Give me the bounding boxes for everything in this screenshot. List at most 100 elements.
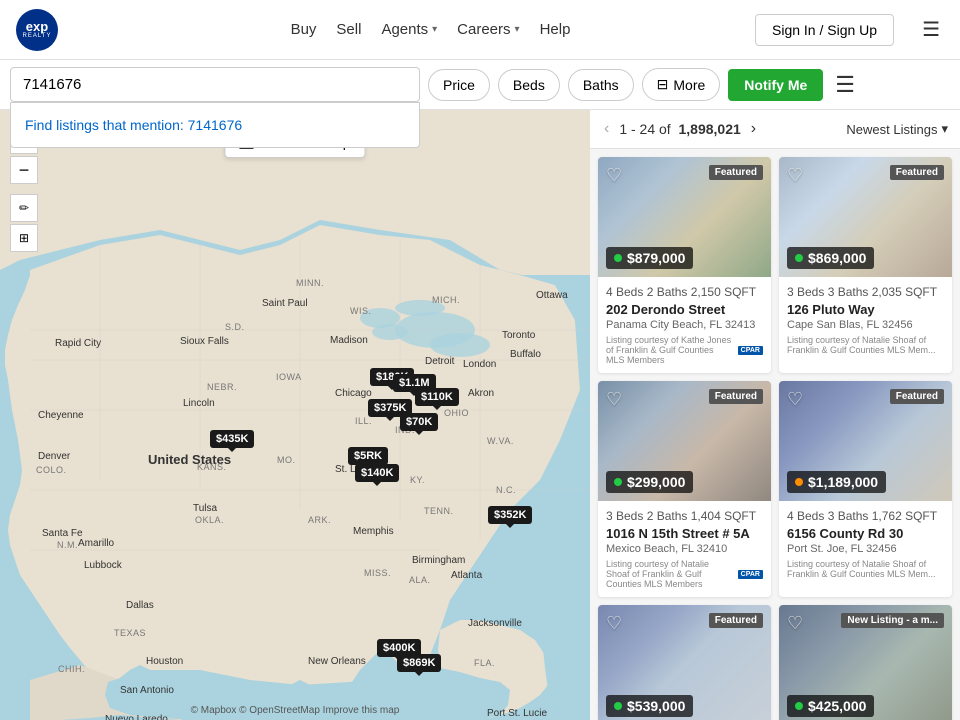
map-attribution: © Mapbox © OpenStreetMap Improve this ma… — [0, 705, 590, 716]
search-row: Find listings that mention: 7141676 Pric… — [0, 60, 960, 110]
favorite-button[interactable]: ♡ — [787, 389, 803, 410]
listing-info: 3 Beds 3 Baths 2,035 SQFT 126 Pluto Way … — [779, 277, 952, 363]
listing-city: Port St. Joe, FL 32456 — [787, 543, 944, 555]
notify-me-button[interactable]: Notify Me — [728, 69, 823, 101]
listing-price: $299,000 — [627, 474, 685, 490]
next-page-button[interactable]: › — [749, 118, 758, 140]
listing-info: 4 Beds 3 Baths 1,762 SQFT 6156 County Rd… — [779, 501, 952, 587]
chevron-down-icon: ▾ — [515, 24, 520, 35]
nav-careers[interactable]: Careers ▾ — [457, 21, 519, 38]
cppar-badge: CPAR — [738, 346, 763, 355]
map-area: + − ✏ ⊞ Search In Map $180K $1.1M $110K … — [0, 110, 590, 720]
attribution-text: Listing courtesy of Kathe Jones of Frank… — [606, 335, 734, 365]
price-badge: $869,000 — [787, 247, 874, 269]
favorite-button[interactable]: ♡ — [606, 165, 622, 186]
autocomplete-link[interactable]: Find listings that mention: 7141676 — [25, 117, 242, 133]
listing-badge: Featured — [709, 389, 763, 404]
listing-price: $539,000 — [627, 698, 685, 714]
price-badge: $299,000 — [606, 471, 693, 493]
logo-realty-text: REALTY — [23, 33, 52, 39]
status-dot — [795, 478, 803, 486]
nav-help[interactable]: Help — [540, 21, 571, 38]
listings-nav: ‹ 1 - 24 of 1,898,021 › — [602, 118, 758, 140]
favorite-button[interactable]: ♡ — [606, 613, 622, 634]
more-label: More — [673, 77, 705, 93]
baths-filter-button[interactable]: Baths — [568, 69, 634, 101]
listing-badge: Featured — [890, 165, 944, 180]
listing-address: 202 Derondo Street — [606, 302, 763, 317]
listing-badge: Featured — [709, 613, 763, 628]
main-content: + − ✏ ⊞ Search In Map $180K $1.1M $110K … — [0, 110, 960, 720]
autocomplete-dropdown: Find listings that mention: 7141676 — [10, 102, 420, 148]
sort-dropdown[interactable]: Newest Listings ▾ — [846, 121, 948, 137]
listing-image: ♡ Featured $879,000 — [598, 157, 771, 277]
beds-filter-button[interactable]: Beds — [498, 69, 560, 101]
more-filter-button[interactable]: ⊟ More — [642, 68, 721, 101]
status-dot — [614, 702, 622, 710]
listings-count: 1 - 24 of 1,898,021 — [619, 121, 740, 137]
logo[interactable]: exp REALTY — [16, 9, 106, 51]
listing-card[interactable]: ♡ Featured $869,000 3 Beds 3 Baths 2,035… — [779, 157, 952, 373]
layers-button[interactable]: ⊞ — [10, 224, 38, 252]
listing-attribution: Listing courtesy of Natalie Shoaf of Fra… — [787, 335, 944, 355]
attribution-text: Listing courtesy of Natalie Shoaf of Fra… — [606, 559, 734, 589]
nav-sell[interactable]: Sell — [336, 21, 361, 38]
listing-specs: 4 Beds 2 Baths 2,150 SQFT — [606, 285, 763, 299]
status-dot — [795, 254, 803, 262]
price-pin[interactable]: $352K — [488, 506, 532, 524]
listing-price: $425,000 — [808, 698, 866, 714]
listing-specs: 4 Beds 3 Baths 1,762 SQFT — [787, 509, 944, 523]
listing-card[interactable]: ♡ New Listing - a m... $425,000 3 Beds 2… — [779, 605, 952, 720]
status-dot — [795, 702, 803, 710]
price-pin[interactable]: $5RK — [348, 447, 388, 465]
favorite-button[interactable]: ♡ — [787, 165, 803, 186]
grid-view-button[interactable]: ☰ — [831, 68, 859, 102]
listing-attribution: Listing courtesy of Kathe Jones of Frank… — [606, 335, 763, 365]
sign-in-button[interactable]: Sign In / Sign Up — [755, 14, 894, 46]
listing-address: 126 Pluto Way — [787, 302, 944, 317]
nav-buy[interactable]: Buy — [291, 21, 317, 38]
listing-card[interactable]: ♡ Featured $1,189,000 4 Beds 3 Baths 1,7… — [779, 381, 952, 597]
listing-badge: Featured — [890, 389, 944, 404]
favorite-button[interactable]: ♡ — [606, 389, 622, 410]
listing-card[interactable]: ♡ Featured $299,000 3 Beds 2 Baths 1,404… — [598, 381, 771, 597]
search-input-wrap: Find listings that mention: 7141676 — [10, 67, 420, 102]
price-pin[interactable]: $140K — [355, 464, 399, 482]
price-pin[interactable]: $70K — [400, 413, 438, 431]
listing-card[interactable]: ♡ Featured $539,000 3 Beds 2 Baths 1,200… — [598, 605, 771, 720]
listings-range: 1 - 24 of — [619, 121, 670, 137]
listing-info: 4 Beds 2 Baths 2,150 SQFT 202 Derondo St… — [598, 277, 771, 373]
listing-price: $869,000 — [808, 250, 866, 266]
map-svg — [0, 110, 590, 720]
draw-tool-button[interactable]: ✏ — [10, 194, 38, 222]
nav-agents[interactable]: Agents ▾ — [381, 21, 437, 38]
price-pin[interactable]: $869K — [397, 654, 441, 672]
autocomplete-item[interactable]: Find listings that mention: 7141676 — [11, 109, 419, 141]
listing-specs: 3 Beds 2 Baths 1,404 SQFT — [606, 509, 763, 523]
search-input[interactable] — [10, 67, 420, 102]
nav-agents-label: Agents — [381, 21, 428, 38]
price-badge: $879,000 — [606, 247, 693, 269]
listings-total: 1,898,021 — [678, 121, 740, 137]
listing-image: ♡ Featured $869,000 — [779, 157, 952, 277]
favorite-button[interactable]: ♡ — [787, 613, 803, 634]
price-pin[interactable]: $435K — [210, 430, 254, 448]
price-pin[interactable]: $110K — [415, 388, 459, 406]
listing-price: $1,189,000 — [808, 474, 878, 490]
prev-page-button[interactable]: ‹ — [602, 118, 611, 140]
listing-image: ♡ Featured $299,000 — [598, 381, 771, 501]
listing-card[interactable]: ♡ Featured $879,000 4 Beds 2 Baths 2,150… — [598, 157, 771, 373]
filter-icon: ⊟ — [657, 76, 669, 93]
logo-exp-text: exp — [26, 20, 48, 33]
listing-image: ♡ New Listing - a m... $425,000 — [779, 605, 952, 720]
zoom-out-button[interactable]: − — [10, 156, 38, 184]
nav-buy-label: Buy — [291, 21, 317, 38]
main-nav: Buy Sell Agents ▾ Careers ▾ Help — [130, 21, 731, 38]
price-badge: $1,189,000 — [787, 471, 886, 493]
nav-sell-label: Sell — [336, 21, 361, 38]
hamburger-button[interactable]: ☰ — [918, 13, 944, 46]
nav-help-label: Help — [540, 21, 571, 38]
chevron-down-icon: ▾ — [432, 24, 437, 35]
price-badge: $425,000 — [787, 695, 874, 717]
price-filter-button[interactable]: Price — [428, 69, 490, 101]
